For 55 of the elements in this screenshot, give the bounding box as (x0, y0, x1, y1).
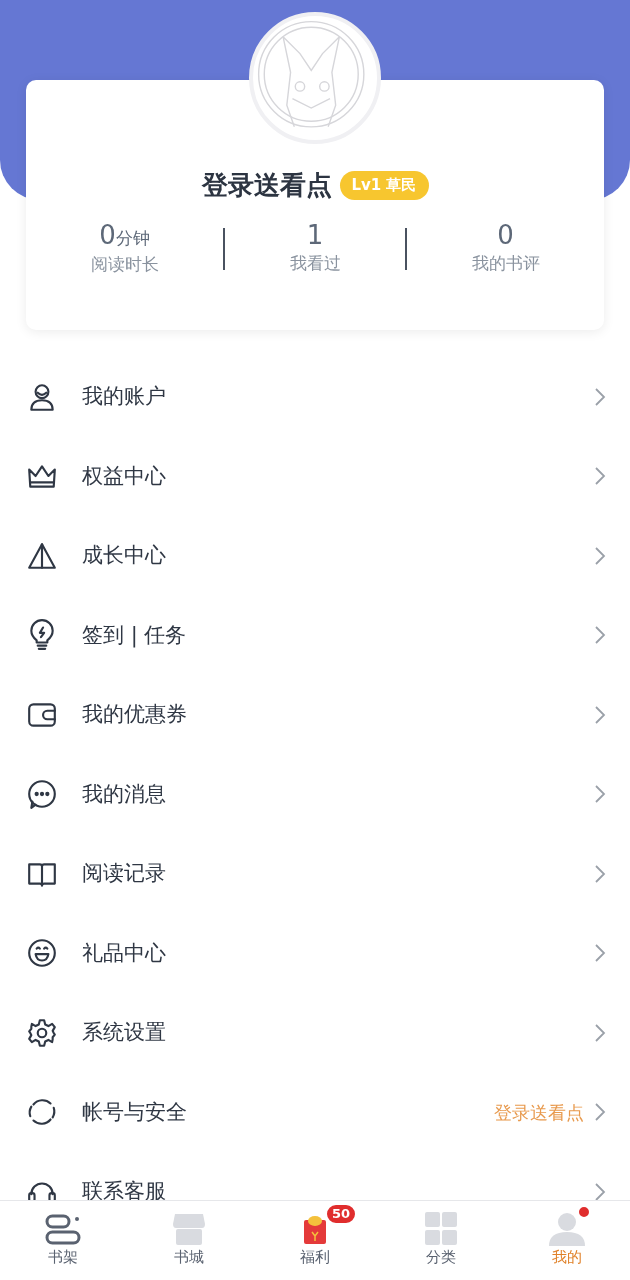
chevron-right-icon (594, 625, 606, 646)
chevron-right-icon (594, 704, 606, 725)
stat-value: 1 (306, 220, 324, 251)
menu-item[interactable]: 阅读记录 (0, 834, 630, 914)
menu-item[interactable]: 我的消息 (0, 754, 630, 834)
menu-label: 帐号与安全 (82, 1098, 188, 1126)
menu-label: 联系客服 (82, 1178, 167, 1202)
menu-label: 我的优惠券 (82, 701, 188, 728)
menu-label: 礼品中心 (82, 939, 167, 967)
settings-icon (26, 1016, 58, 1049)
menu-item[interactable]: 我的优惠券 (0, 675, 630, 755)
chevron-right-icon (594, 466, 606, 487)
menu-label: 签到 | 任务 (82, 621, 188, 650)
tab-button[interactable]: 分类 (378, 1201, 504, 1280)
stat-value: 0 (497, 220, 514, 251)
chevron-right-icon (594, 784, 606, 805)
menu-item[interactable]: 帐号与安全 登录送看点 (0, 1072, 630, 1152)
chevron-right-icon (594, 943, 606, 964)
store-icon (170, 1212, 208, 1247)
menu-item[interactable]: 签到 | 任务 (0, 595, 630, 675)
bookshelf-icon (44, 1212, 82, 1247)
smile-icon (26, 937, 58, 970)
menu-label: 我的账户 (82, 383, 167, 410)
chevron-right-icon (594, 1181, 606, 1202)
chat-icon (26, 778, 58, 811)
tab-button[interactable]: 书城 (126, 1201, 252, 1280)
menu-item[interactable]: 权益中心 (0, 436, 630, 516)
stat-label: 我看过 (289, 252, 341, 276)
stat-unit: 分钟 (115, 228, 150, 248)
menu-item[interactable]: 成长中心 (0, 516, 630, 596)
stat-label: 阅读时长 (90, 252, 159, 276)
user-icon (548, 1212, 586, 1247)
chevron-right-icon (594, 386, 606, 407)
menu-label: 我的消息 (82, 780, 167, 808)
menu-label: 权益中心 (82, 462, 167, 490)
menu-label: 成长中心 (82, 542, 167, 569)
chevron-right-icon (594, 1022, 606, 1043)
tab-button[interactable]: 书架 (0, 1201, 126, 1280)
menu-item[interactable]: 我的账户 (0, 357, 630, 437)
menu-label: 系统设置 (82, 1019, 167, 1046)
chevron-right-icon (594, 545, 606, 566)
menu-label: 阅读记录 (82, 860, 167, 887)
user-name[interactable]: 登录送看点 (201, 166, 332, 205)
menu-item[interactable]: 礼品中心 (0, 913, 630, 993)
count-badge: 50 (325, 1203, 358, 1226)
tab-button[interactable]: 50 福利 (252, 1201, 378, 1280)
menu-item[interactable]: 联系客服 (0, 1152, 630, 1202)
grid-icon (422, 1212, 460, 1247)
menu-item[interactable]: 系统设置 (0, 993, 630, 1073)
chevron-right-icon (594, 863, 606, 884)
stat-label: 我的书评 (471, 252, 540, 276)
chevron-right-icon (594, 1102, 606, 1123)
promo-text: 登录送看点 (494, 1100, 584, 1125)
stat-value: 0 (99, 220, 116, 250)
level-badge: Lv1 草民 (339, 171, 429, 200)
